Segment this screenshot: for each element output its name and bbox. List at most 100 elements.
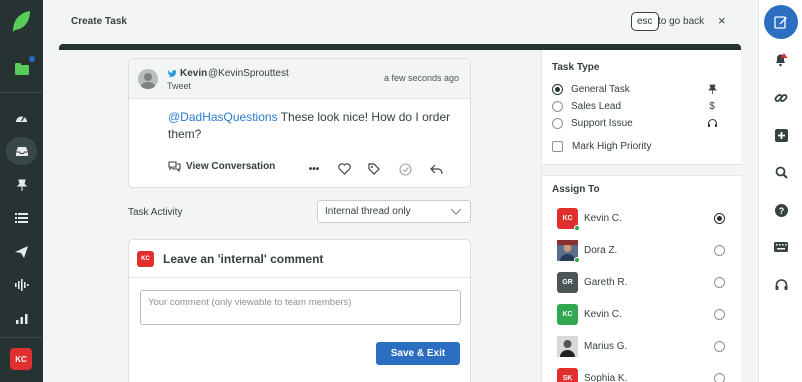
task-type-label: General Task <box>571 83 630 95</box>
assignee-photo <box>557 336 578 357</box>
more-icon[interactable]: ••• <box>306 161 322 177</box>
online-indicator <box>574 225 580 231</box>
dollar-icon: $ <box>709 100 715 112</box>
task-activity-label: Task Activity <box>128 207 183 218</box>
left-nav-rail: KC <box>0 0 43 382</box>
comment-card: KC Leave an 'internal' comment Save & Ex… <box>128 239 471 382</box>
tweet-actions: View Conversation ••• <box>168 161 458 177</box>
assignee-row[interactable]: GR Gareth R. <box>557 272 729 294</box>
assignee-avatar: GR <box>557 272 578 293</box>
dashboard-icon[interactable] <box>0 104 43 132</box>
rail-divider <box>0 92 43 93</box>
complete-check-icon[interactable] <box>397 161 413 177</box>
pin-icon <box>706 82 718 96</box>
close-icon[interactable]: × <box>718 13 726 28</box>
radio-button[interactable] <box>714 309 725 320</box>
task-type-general[interactable]: General Task <box>552 82 732 96</box>
radio-button[interactable] <box>552 117 563 129</box>
help-icon[interactable]: ? <box>769 198 793 222</box>
assignee-avatar: KC <box>557 208 580 231</box>
feedback-headset-icon[interactable] <box>769 273 793 297</box>
messages-icon[interactable] <box>0 55 43 83</box>
section-divider <box>542 164 742 176</box>
assign-to-title: Assign To <box>552 184 600 195</box>
tag-icon[interactable] <box>366 161 382 177</box>
radio-button[interactable] <box>552 100 563 112</box>
right-action-rail: ? <box>758 0 802 382</box>
radio-button[interactable] <box>714 213 725 224</box>
main-panel: Kevin @KevinSprouttest Tweet a few secon… <box>59 50 541 382</box>
task-type-title: Task Type <box>552 62 600 73</box>
search-icon[interactable] <box>769 160 793 184</box>
radio-button[interactable] <box>552 83 563 95</box>
comment-avatar: KC <box>137 251 154 267</box>
modal-header: Create Task esc to go back × <box>43 0 758 44</box>
task-activity-value: Internal thread only <box>325 206 411 217</box>
assignee-avatar: SK <box>557 368 578 382</box>
chevron-down-icon <box>450 208 462 215</box>
task-type-support-issue[interactable]: Support Issue <box>552 116 732 130</box>
high-priority-checkbox[interactable]: Mark High Priority <box>552 141 651 152</box>
esc-key-badge: esc <box>631 12 659 31</box>
task-type-sales-lead[interactable]: Sales Lead $ <box>552 99 732 113</box>
task-activity-select[interactable]: Internal thread only <box>317 200 471 223</box>
comment-input[interactable] <box>140 290 461 325</box>
message-timestamp: a few seconds ago <box>383 73 459 83</box>
mention-link[interactable]: @DadHasQuestions <box>168 110 278 124</box>
task-type-label: Support Issue <box>571 117 633 129</box>
assignee-row[interactable]: KC Kevin C. <box>557 304 729 326</box>
publishing-icon[interactable] <box>0 238 43 266</box>
checkbox[interactable] <box>552 141 563 152</box>
list-icon[interactable] <box>0 204 43 232</box>
like-heart-icon[interactable] <box>336 161 352 177</box>
notifications-icon[interactable] <box>769 48 793 72</box>
message-type: Tweet <box>167 81 192 91</box>
esc-hint-text: to go back <box>658 16 705 27</box>
user-avatar[interactable]: KC <box>10 348 32 370</box>
sprout-logo[interactable] <box>10 10 32 34</box>
assignee-name: Dora Z. <box>584 245 618 256</box>
keyboard-icon[interactable] <box>769 235 793 259</box>
assignee-row[interactable]: Marius G. <box>557 336 729 358</box>
online-indicator <box>574 257 580 263</box>
high-priority-label: Mark High Priority <box>572 141 652 152</box>
assignee-avatar: KC <box>557 304 578 325</box>
compose-icon[interactable] <box>764 5 798 39</box>
assignee-photo <box>557 240 580 263</box>
assignee-name: Marius G. <box>584 341 628 352</box>
tweet-header: Kevin @KevinSprouttest Tweet a few secon… <box>129 59 470 99</box>
task-type-label: Sales Lead <box>571 100 622 112</box>
radio-button[interactable] <box>714 245 725 256</box>
radio-button[interactable] <box>714 373 725 382</box>
page-title: Create Task <box>71 16 127 27</box>
svg-text:?: ? <box>778 206 784 216</box>
view-conversation-label: View Conversation <box>186 161 276 172</box>
task-options-panel: Task Type General Task Sales Lead $ Supp… <box>541 50 742 382</box>
author-name[interactable]: Kevin <box>180 68 207 79</box>
rail-divider <box>0 337 43 338</box>
assignee-row[interactable]: KC Kevin C. <box>557 208 729 231</box>
assignee-name: Sophia K. <box>584 373 628 382</box>
assignee-row[interactable]: Dora Z. <box>557 240 729 263</box>
radio-button[interactable] <box>714 277 725 288</box>
tasks-pin-icon[interactable] <box>0 171 43 199</box>
author-avatar[interactable] <box>138 69 158 89</box>
tweet-card: Kevin @KevinSprouttest Tweet a few secon… <box>128 58 471 188</box>
add-icon[interactable] <box>769 123 793 147</box>
reply-icon[interactable] <box>428 161 444 177</box>
conversation-icon <box>168 161 181 172</box>
listening-icon[interactable] <box>0 271 43 299</box>
unread-dot <box>29 56 35 62</box>
assignee-row[interactable]: SK Sophia K. <box>557 368 729 382</box>
headset-icon <box>706 116 718 130</box>
reports-icon[interactable] <box>0 305 43 333</box>
author-handle[interactable]: @KevinSprouttest <box>208 68 289 79</box>
assignee-name: Gareth R. <box>584 277 628 288</box>
view-conversation-button[interactable]: View Conversation <box>168 161 275 172</box>
save-exit-button[interactable]: Save & Exit <box>376 342 460 365</box>
comment-title: Leave an 'internal' comment <box>163 252 324 266</box>
link-icon[interactable] <box>769 86 793 110</box>
assignee-name: Kevin C. <box>584 213 622 224</box>
radio-button[interactable] <box>714 341 725 352</box>
inbox-icon[interactable] <box>0 137 43 165</box>
